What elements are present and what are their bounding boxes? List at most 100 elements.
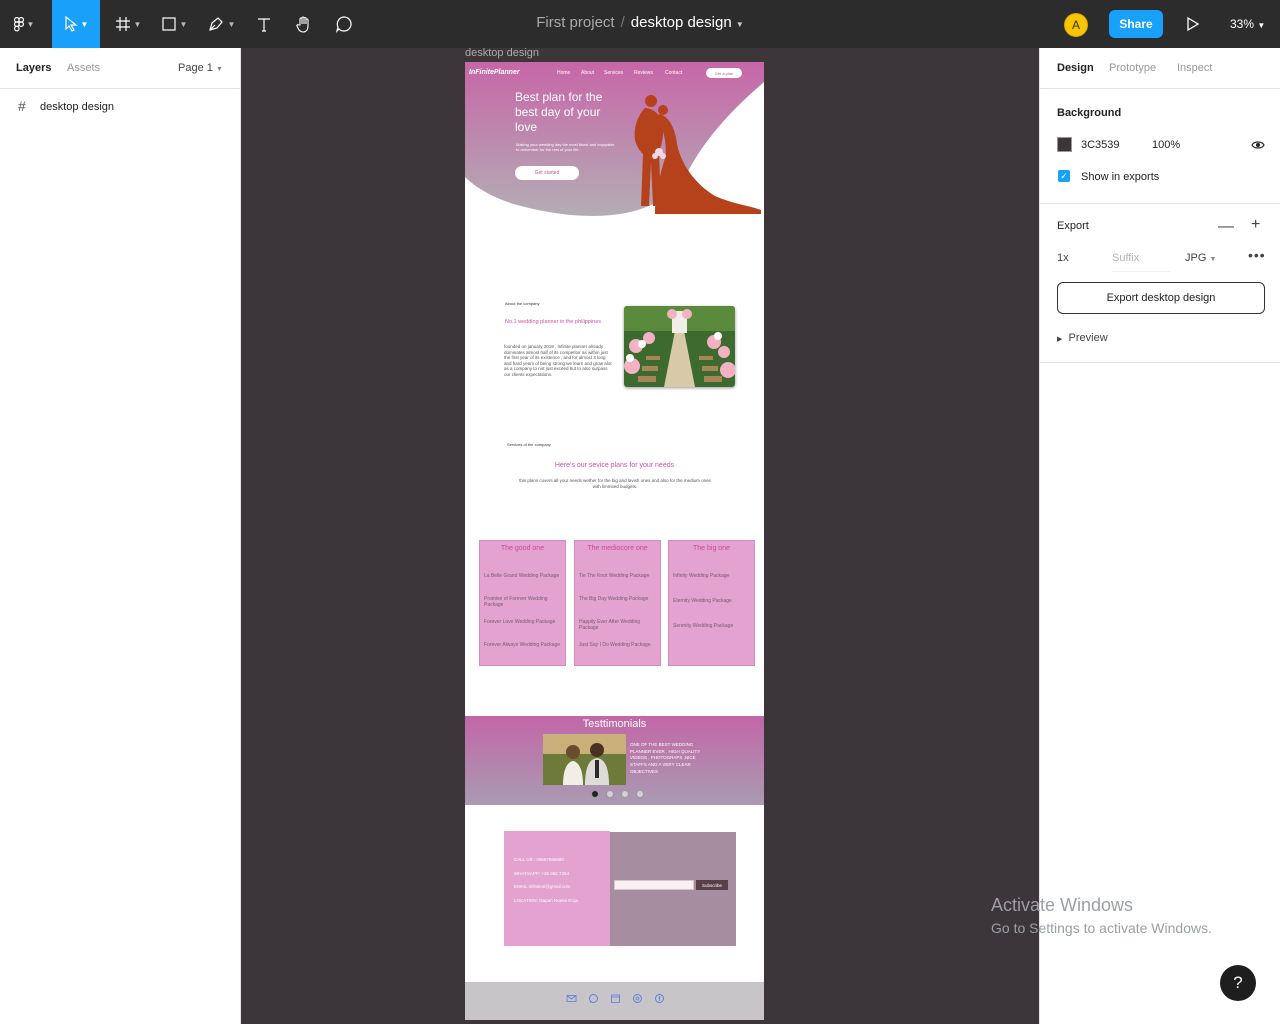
text-tool-button[interactable] [250, 0, 278, 48]
get-started-button[interactable]: Get started [515, 166, 579, 180]
plan-card-big[interactable]: The big one Infinity Wedding Package Ete… [668, 540, 755, 666]
add-export-button[interactable]: + [1251, 216, 1260, 234]
file-name[interactable]: desktop design [631, 14, 732, 31]
plan-card-mediocore[interactable]: The mediocore one Tie The Knot Wedding P… [574, 540, 661, 666]
subscribe-email-input[interactable] [614, 880, 694, 890]
site-logo[interactable]: InFinitePlanner [469, 69, 520, 76]
move-tool-button[interactable]: ▼ [52, 0, 100, 48]
contact-email: EMAIL:infiniteol@gmail.com [514, 884, 571, 889]
frame-hash-icon: # [18, 98, 26, 114]
nav-services[interactable]: Services [604, 70, 623, 76]
export-suffix-input[interactable]: Suffix [1112, 252, 1170, 272]
page-selector[interactable]: Page 1 ▼ [178, 62, 223, 74]
facebook-icon[interactable] [654, 993, 665, 1004]
caret-right-icon: ▶ [1057, 336, 1063, 343]
help-button[interactable]: ? [1220, 965, 1256, 1001]
more-options-icon[interactable]: ••• [1248, 247, 1266, 263]
frame-label[interactable]: desktop design [465, 48, 539, 59]
chevron-down-icon: ▼ [179, 19, 188, 29]
services-heading: Here's our sevice plans for your needs [554, 462, 675, 469]
plan-card-good[interactable]: The good one La Belle Grand Wedding Pack… [479, 540, 566, 666]
export-format-value: JPG [1185, 252, 1207, 264]
properties-panel: Design Prototype Inspect Background 3C35… [1039, 48, 1280, 1024]
preview-label: Preview [1068, 332, 1108, 344]
card-item: The Big Day Wedding Package [579, 596, 649, 602]
carousel-dot[interactable] [636, 790, 644, 798]
background-color-swatch[interactable] [1057, 137, 1072, 152]
chevron-down-icon: ▼ [1209, 256, 1217, 263]
hand-tool-button[interactable] [290, 0, 318, 48]
eye-icon[interactable] [1251, 139, 1265, 151]
present-play-icon[interactable] [1182, 14, 1202, 34]
carousel-dot[interactable] [621, 790, 629, 798]
card-item: Forever Always Wedding Package [484, 642, 561, 648]
activate-windows-title: Activate Windows [991, 895, 1134, 915]
subscribe-button[interactable]: Subscribe [696, 880, 728, 890]
design-canvas[interactable]: desktop design InFinitePlanner Home Abou… [241, 48, 1039, 1024]
hero-title: Best plan for the best day of your love [515, 90, 603, 134]
rectangle-icon [161, 17, 176, 31]
background-opacity-input[interactable]: 100% [1152, 139, 1180, 151]
chevron-down-icon[interactable]: ▼ [736, 20, 744, 29]
cursor-arrow-icon [64, 16, 78, 32]
pen-tool-button[interactable]: ▼ [200, 0, 242, 48]
export-section-title: Export [1057, 220, 1089, 232]
services-description: this plans covers all your needs wether … [519, 478, 711, 489]
instagram-icon[interactable] [632, 993, 643, 1004]
chevron-down-icon: ▼ [133, 19, 142, 29]
export-button[interactable]: Export desktop design [1057, 282, 1265, 314]
hero-section: InFinitePlanner Home About Services Revi… [465, 62, 764, 232]
nav-home[interactable]: Home [557, 70, 570, 76]
contact-location: LOCATION: Gapan Nueva Ecija [514, 898, 578, 903]
card-title: The good one [500, 545, 545, 552]
card-item: Eternity Wedding Package [673, 598, 732, 604]
share-button[interactable]: Share [1109, 10, 1163, 38]
about-heading: No.1 wedding planner in the philippines [505, 319, 602, 325]
carousel-dot[interactable] [606, 790, 614, 798]
about-label: About the company [505, 301, 540, 306]
card-item: Infinity Wedding Package [673, 573, 730, 579]
project-name[interactable]: First project [536, 14, 614, 31]
get-plan-button[interactable]: Get a plan [706, 68, 742, 78]
remove-export-button[interactable]: — [1218, 218, 1234, 236]
hero-subtitle: Making your wedding day the most finest … [516, 142, 615, 152]
nav-contact[interactable]: Contact [665, 70, 682, 76]
site-nav: InFinitePlanner Home About Services Revi… [465, 68, 764, 80]
tab-inspect[interactable]: Inspect [1177, 62, 1212, 74]
frame-hash-icon [115, 17, 130, 31]
calendar-icon[interactable] [610, 993, 621, 1004]
zoom-dropdown[interactable]: 33% ▼ [1230, 17, 1265, 31]
chat-icon[interactable] [588, 993, 599, 1004]
comment-bubble-icon [335, 16, 352, 33]
top-toolbar: ▼ ▼ ▼ ▼ ▼ First project / desktop design [0, 0, 1280, 48]
main-menu-button[interactable]: ▼ [0, 0, 48, 48]
about-body: founded on january 2019 , Infinite plann… [504, 344, 612, 377]
user-avatar[interactable]: A [1064, 13, 1088, 37]
show-in-exports-checkbox[interactable]: ✓ [1058, 170, 1070, 182]
tab-prototype[interactable]: Prototype [1109, 62, 1156, 74]
nav-about[interactable]: About [581, 70, 594, 76]
preview-toggle[interactable]: ▶ Preview [1057, 332, 1108, 344]
comment-tool-button[interactable] [330, 0, 358, 48]
shape-tool-button[interactable]: ▼ [154, 0, 194, 48]
figma-app: ▼ ▼ ▼ ▼ ▼ First project / desktop design [0, 0, 1280, 1024]
wedding-venue-photo [624, 306, 735, 387]
export-format-dropdown[interactable]: JPG ▼ [1185, 252, 1216, 264]
frame-tool-button[interactable]: ▼ [108, 0, 148, 48]
right-panel-tabs: Design Prototype Inspect [1040, 48, 1280, 89]
card-item: La Belle Grand Wedding Package [484, 573, 560, 579]
background-hex-input[interactable]: 3C3539 [1081, 139, 1120, 151]
tab-design[interactable]: Design [1057, 62, 1094, 74]
export-scale-input[interactable]: 1x [1057, 252, 1069, 264]
mail-icon[interactable] [566, 993, 577, 1004]
nav-reviews[interactable]: Reviews [634, 70, 653, 76]
pen-icon [208, 17, 223, 31]
carousel-dot-active[interactable] [591, 790, 599, 798]
layer-item[interactable]: # desktop design [0, 96, 240, 120]
figma-logo-icon [13, 16, 24, 31]
tab-layers[interactable]: Layers [16, 62, 51, 74]
services-label: Services of the company [507, 442, 551, 447]
desktop-design-frame[interactable]: InFinitePlanner Home About Services Revi… [465, 62, 764, 1020]
chevron-down-icon: ▼ [215, 66, 223, 73]
tab-assets[interactable]: Assets [67, 62, 100, 74]
